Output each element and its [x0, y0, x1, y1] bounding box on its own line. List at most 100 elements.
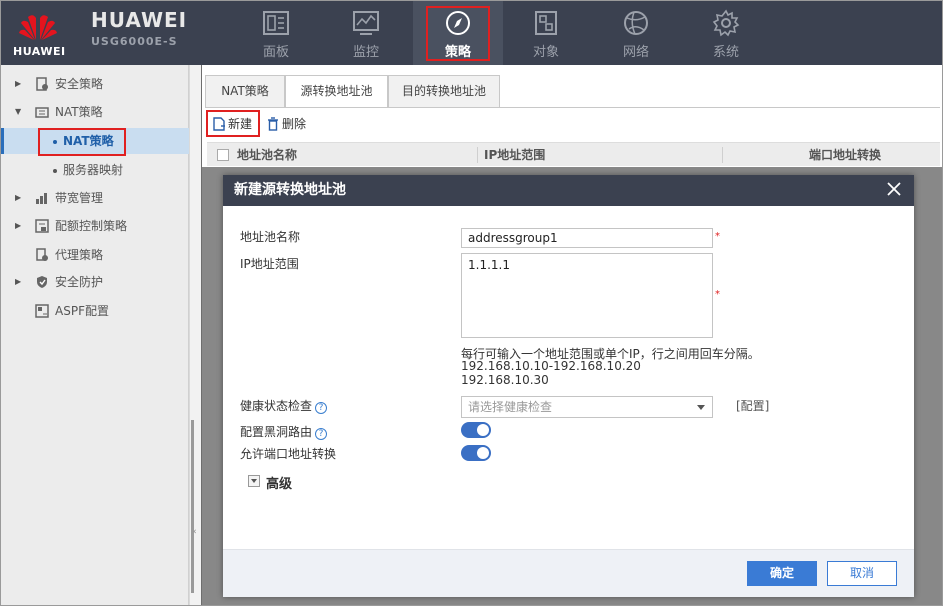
splitter-handle[interactable] [191, 420, 194, 593]
globe-icon [624, 11, 648, 35]
advanced-label: 高级 [266, 477, 293, 492]
pool-name-label: 地址池名称 [240, 230, 301, 244]
configure-link[interactable]: [配置] [736, 397, 769, 414]
highlight-box-new-button [206, 110, 260, 137]
dialog-header: 新建源转换地址池 [223, 175, 914, 206]
pool-name-input[interactable]: addressgroup1 [461, 228, 713, 248]
nav-label: 系统 [712, 45, 739, 60]
column-divider [722, 147, 723, 163]
sidebar-item-server-mapping[interactable]: 服务器映射 [1, 157, 189, 183]
sidebar-item-label: 安全策略 [55, 77, 104, 91]
trash-icon [268, 117, 278, 131]
logo-text: HUAWEI [13, 45, 66, 58]
shield-icon [37, 276, 47, 288]
highlight-box-policy-nav [426, 6, 490, 61]
sidebar-item-security-protection[interactable]: ▶ 安全防护 [1, 269, 189, 295]
dropdown-arrow-icon [697, 405, 705, 410]
sidebar-item-quota-control[interactable]: ▶ 配额控制策略 [1, 213, 189, 239]
column-ip-range[interactable]: IP地址范围 [484, 143, 545, 167]
ip-range-label: IP地址范围 [240, 257, 299, 271]
toggle-knob [477, 447, 489, 459]
delete-button-label: 删除 [282, 117, 307, 131]
huawei-logo-icon [19, 15, 57, 41]
column-divider [477, 147, 478, 163]
cancel-button[interactable]: 取消 [827, 561, 897, 586]
sidebar-item-bandwidth[interactable]: ▶ 带宽管理 [1, 185, 189, 211]
sidebar-splitter[interactable]: ‹ [189, 65, 201, 605]
gear-icon [712, 9, 740, 37]
sidebar-item-label: 带宽管理 [55, 191, 104, 205]
nav-system[interactable]: 系统 [681, 1, 771, 65]
ip-range-example-range: 192.168.10.10-192.168.10.20 [461, 359, 641, 373]
health-check-label-text: 健康状态检查 [240, 399, 313, 413]
nat-icon [35, 107, 49, 118]
bullet-icon [53, 169, 57, 173]
highlight-box-nat-policy [38, 128, 126, 156]
column-port-translation[interactable]: 端口地址转换 [809, 143, 881, 167]
expand-arrow-icon[interactable]: ▶ [15, 71, 21, 97]
new-source-pool-dialog: 新建源转换地址池 地址池名称 addressgroup1 * IP地址范围 1.… [223, 175, 914, 597]
nav-object[interactable]: 对象 [501, 1, 591, 65]
tab-divider [205, 107, 940, 108]
required-marker: * [715, 289, 720, 300]
ip-range-example-single: 192.168.10.30 [461, 373, 549, 387]
expand-arrow-icon[interactable]: ▶ [15, 185, 21, 211]
nav-label: 面板 [262, 45, 289, 60]
brand-title: HUAWEI [91, 8, 188, 32]
select-all-checkbox[interactable] [217, 149, 229, 161]
dialog-title: 新建源转换地址池 [234, 182, 346, 198]
sidebar-item-label: 代理策略 [55, 248, 104, 262]
nav-dashboard[interactable]: 面板 [231, 1, 321, 65]
expand-arrow-icon[interactable]: ▶ [15, 269, 21, 295]
column-pool-name[interactable]: 地址池名称 [237, 143, 297, 167]
delete-button[interactable]: 删除 [267, 113, 315, 135]
sidebar-item-aspf[interactable]: ASPF配置 [1, 298, 189, 324]
security-policy-icon [36, 77, 48, 91]
nav-label: 网络 [622, 45, 649, 60]
nav-network[interactable]: 网络 [591, 1, 681, 65]
blackhole-route-toggle[interactable] [461, 422, 491, 438]
tab-destination-pool[interactable]: 目的转换地址池 [388, 75, 500, 107]
sidebar-item-proxy-policy[interactable]: 代理策略 [1, 242, 189, 268]
port-translation-toggle[interactable] [461, 445, 491, 461]
close-icon[interactable] [886, 181, 902, 197]
object-icon [535, 11, 557, 35]
sidebar-item-security-policy[interactable]: ▶ 安全策略 [1, 71, 189, 97]
tab-source-pool[interactable]: 源转换地址池 [285, 75, 388, 108]
sidebar-item-label: 服务器映射 [63, 163, 124, 177]
aspf-icon [35, 304, 49, 318]
device-model: USG6000E-S [91, 35, 178, 48]
proxy-icon [36, 248, 48, 261]
bandwidth-icon [36, 193, 47, 204]
nav-monitor[interactable]: 监控 [321, 1, 411, 65]
required-marker: * [715, 231, 720, 242]
confirm-button[interactable]: 确定 [747, 561, 817, 586]
dialog-footer: 确定 取消 [223, 549, 914, 597]
toggle-knob [477, 424, 489, 436]
table-header: 地址池名称 IP地址范围 端口地址转换 [207, 142, 940, 166]
blackhole-route-label-text: 配置黑洞路由 [240, 425, 313, 439]
nav-label: 监控 [352, 45, 379, 60]
quota-icon [35, 219, 49, 233]
sidebar-item-label: 安全防护 [55, 275, 104, 289]
health-check-placeholder: 请选择健康检查 [468, 400, 553, 414]
expand-arrow-icon[interactable]: ▶ [15, 213, 21, 239]
help-icon[interactable]: ? [315, 428, 328, 440]
sidebar-item-label: ASPF配置 [55, 304, 109, 318]
monitor-icon [353, 11, 379, 35]
nav-label: 对象 [532, 45, 559, 60]
help-icon[interactable]: ? [315, 402, 328, 414]
sidebar-item-label: 配额控制策略 [55, 219, 128, 233]
collapse-arrow-icon [248, 475, 260, 487]
sidebar-item-label: NAT策略 [55, 105, 103, 119]
health-check-label: 健康状态检查? [240, 397, 328, 414]
health-check-select[interactable]: 请选择健康检查 [461, 396, 713, 418]
collapse-sidebar-icon[interactable]: ‹ [193, 527, 197, 537]
huawei-logo: HUAWEI [1, 1, 76, 65]
sidebar-item-nat-group[interactable]: ▼ NAT策略 [1, 99, 189, 125]
dashboard-icon [263, 11, 289, 35]
collapse-arrow-icon[interactable]: ▼ [15, 99, 21, 125]
blackhole-route-label: 配置黑洞路由? [240, 423, 328, 440]
ip-range-textarea[interactable]: 1.1.1.1 [461, 253, 713, 338]
tab-nat-policy[interactable]: NAT策略 [205, 75, 285, 107]
